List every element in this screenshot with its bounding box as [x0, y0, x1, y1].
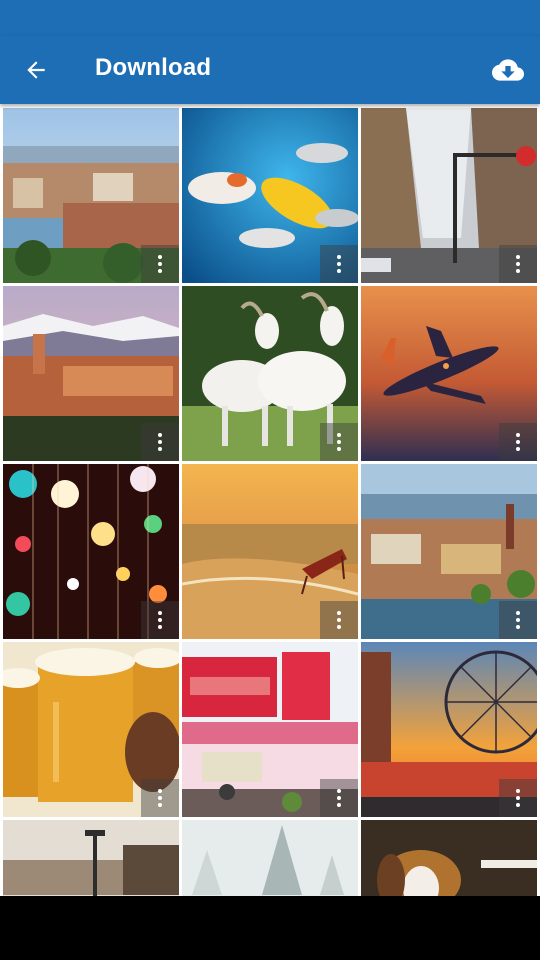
- more-vertical-icon: [158, 255, 162, 273]
- back-button[interactable]: [12, 46, 60, 94]
- grid-item-foggy-trees[interactable]: [182, 820, 358, 896]
- more-options-button[interactable]: [320, 245, 358, 283]
- grid-item-beagle-dog[interactable]: [361, 820, 537, 896]
- grid-item-street-lamp[interactable]: [3, 820, 179, 896]
- beagle-dog-image: [361, 820, 537, 896]
- more-vertical-icon: [337, 255, 341, 273]
- more-options-button[interactable]: [141, 779, 179, 817]
- more-options-button[interactable]: [499, 601, 537, 639]
- grid-item-beach-sunset[interactable]: [182, 464, 358, 639]
- more-options-button[interactable]: [141, 601, 179, 639]
- grid-item-castle-mountains[interactable]: [3, 286, 179, 461]
- more-vertical-icon: [158, 611, 162, 629]
- more-options-button[interactable]: [499, 245, 537, 283]
- grid-item-harbor-city[interactable]: [361, 464, 537, 639]
- status-bar: [0, 0, 540, 36]
- more-vertical-icon: [158, 433, 162, 451]
- arrow-left-icon: [27, 61, 45, 79]
- more-options-button[interactable]: [320, 423, 358, 461]
- grid-item-city-skyline[interactable]: [3, 108, 179, 283]
- grid-item-bokeh-lights[interactable]: [3, 464, 179, 639]
- more-vertical-icon: [516, 433, 520, 451]
- more-options-button[interactable]: [141, 245, 179, 283]
- more-vertical-icon: [516, 611, 520, 629]
- foggy-trees-image: [182, 820, 358, 896]
- image-grid-area: [0, 104, 540, 896]
- cloud-download-icon: [492, 59, 524, 81]
- grid-item-tropical-fish[interactable]: [182, 108, 358, 283]
- more-options-button[interactable]: [141, 423, 179, 461]
- navigation-bar: [0, 896, 540, 960]
- grid-item-white-goats[interactable]: [182, 286, 358, 461]
- more-options-button[interactable]: [320, 601, 358, 639]
- grid-item-city-street[interactable]: [361, 108, 537, 283]
- more-options-button[interactable]: [499, 779, 537, 817]
- more-options-button[interactable]: [499, 423, 537, 461]
- more-vertical-icon: [158, 789, 162, 807]
- more-vertical-icon: [516, 255, 520, 273]
- grid-item-ferris-wheel[interactable]: [361, 642, 537, 817]
- image-grid: [3, 108, 537, 896]
- grid-item-beer-mugs[interactable]: [3, 642, 179, 817]
- grid-item-fried-dough-stand[interactable]: [182, 642, 358, 817]
- grid-item-airplane-sunset[interactable]: [361, 286, 537, 461]
- street-lamp-image: [3, 820, 179, 896]
- more-vertical-icon: [337, 789, 341, 807]
- more-options-button[interactable]: [320, 779, 358, 817]
- app-bar: Download: [0, 36, 540, 104]
- more-vertical-icon: [337, 433, 341, 451]
- more-vertical-icon: [516, 789, 520, 807]
- download-button[interactable]: [484, 46, 532, 94]
- more-vertical-icon: [337, 611, 341, 629]
- page-title: Download: [95, 54, 212, 81]
